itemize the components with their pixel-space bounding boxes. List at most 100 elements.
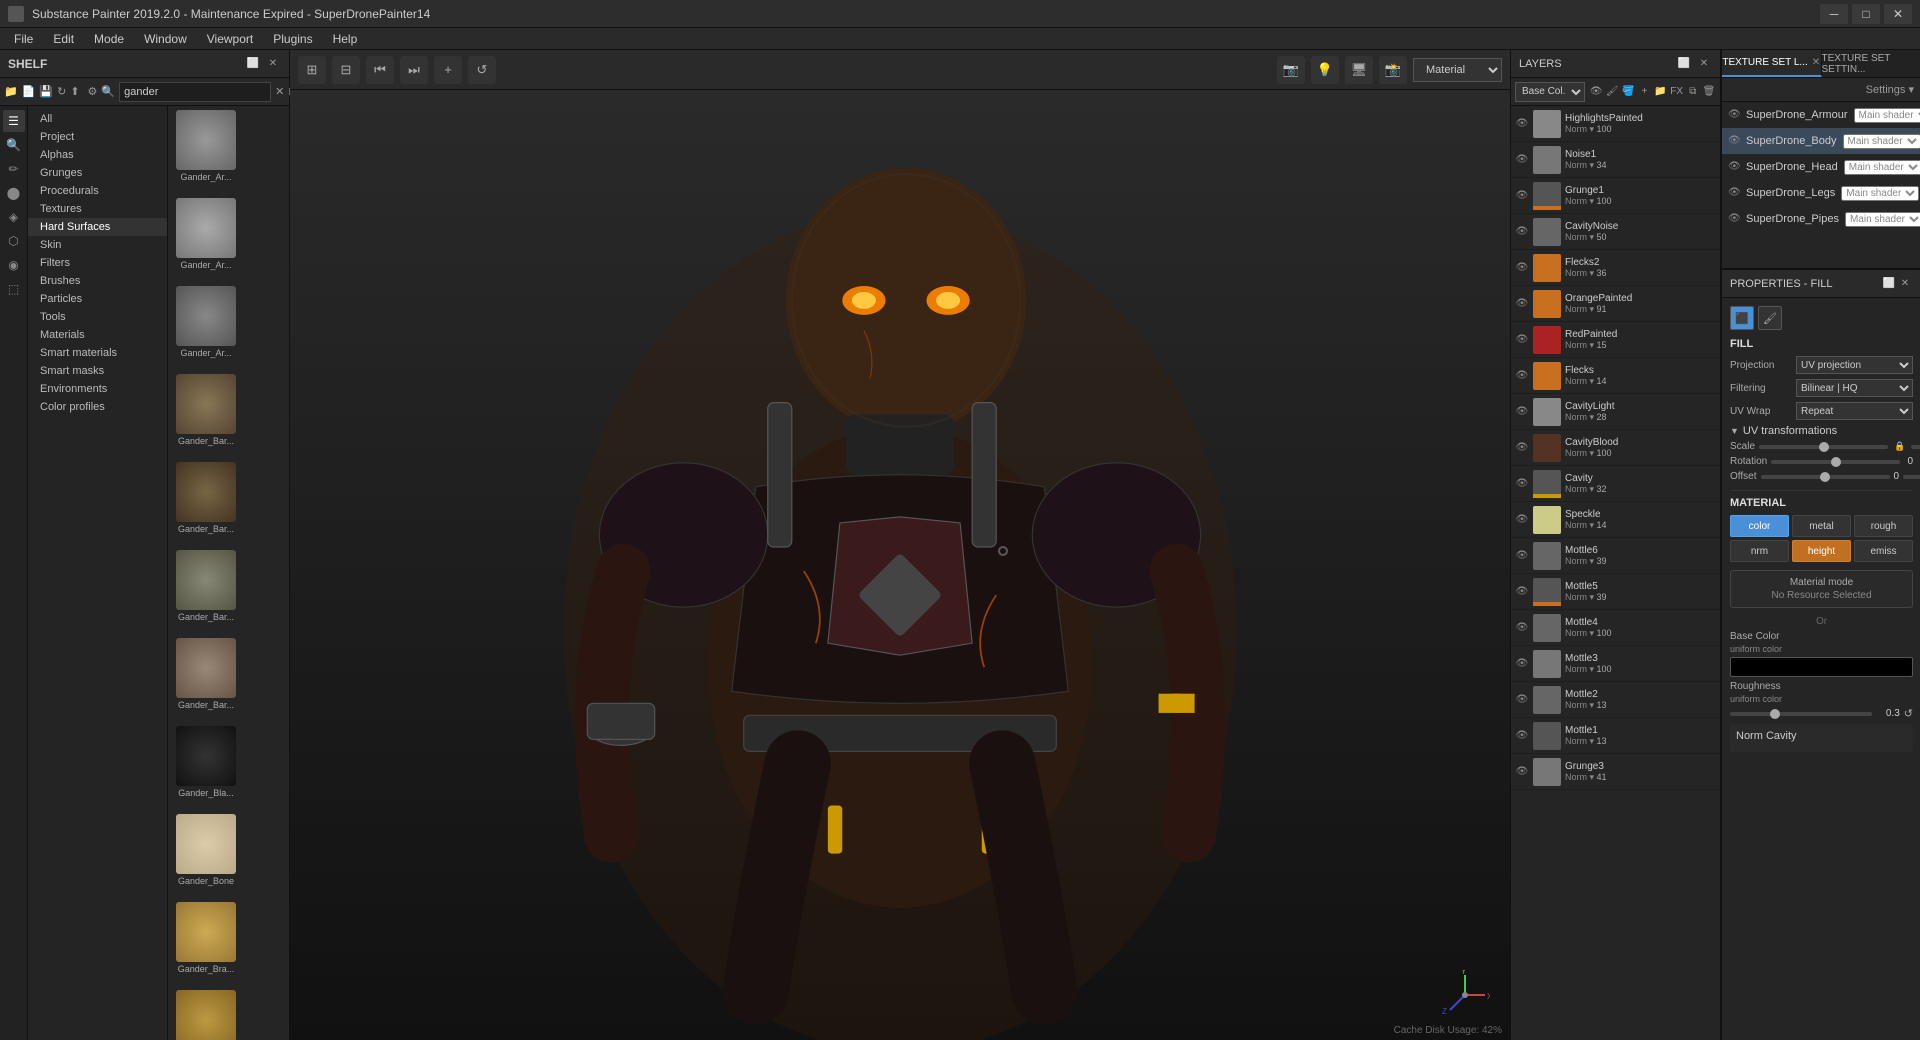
- viewport-camera-icon[interactable]: 📷: [1277, 56, 1305, 84]
- list-item[interactable]: Gander_Bar...: [172, 374, 240, 460]
- table-row[interactable]: 👁 OrangePainted Norm ▾ 91: [1511, 286, 1720, 322]
- layer-vis-icon[interactable]: 👁: [1515, 153, 1529, 167]
- layer-vis-icon[interactable]: 👁: [1515, 369, 1529, 383]
- table-row[interactable]: 👁 HighlightsPainted Norm ▾ 100: [1511, 106, 1720, 142]
- close-button[interactable]: ✕: [1884, 4, 1912, 24]
- ts-item-legs[interactable]: 👁 SuperDrone_Legs Main shader: [1722, 180, 1920, 206]
- shelf-nav-particles[interactable]: Particles: [28, 290, 167, 308]
- shelf-refresh-icon[interactable]: ↻: [57, 82, 66, 102]
- viewport-display-icon[interactable]: 🖥: [1345, 56, 1373, 84]
- shelf-folder-icon[interactable]: 📁: [4, 82, 18, 102]
- menu-plugins[interactable]: Plugins: [263, 30, 322, 48]
- material-mode-select[interactable]: Material PBR Wireframe: [1413, 58, 1502, 82]
- shelf-nav-tools[interactable]: Tools: [28, 308, 167, 326]
- layer-vis-icon[interactable]: 👁: [1515, 549, 1529, 563]
- layer-vis-icon[interactable]: 👁: [1515, 765, 1529, 779]
- prop-fill-icon[interactable]: ⬛: [1730, 306, 1754, 330]
- layer-add-folder-icon[interactable]: 📁: [1654, 84, 1668, 100]
- prop-scale-slider[interactable]: [1759, 445, 1888, 449]
- table-row[interactable]: 👁 CavityNoise Norm ▾ 50: [1511, 214, 1720, 250]
- shelf-import-icon[interactable]: ⬆: [70, 82, 79, 102]
- layers-close-button[interactable]: ✕: [1696, 56, 1712, 72]
- list-item[interactable]: Gander_Bar...: [172, 462, 240, 548]
- ts-item-body[interactable]: 👁 SuperDrone_Body Main shader: [1722, 128, 1920, 154]
- prop-scale-slider-y[interactable]: [1911, 445, 1920, 449]
- list-item[interactable]: Gander_Ar...: [172, 198, 240, 284]
- list-item[interactable]: Gander_Bone: [172, 814, 240, 900]
- table-row[interactable]: 👁 Grunge3 Norm ▾ 41: [1511, 754, 1720, 790]
- prop-expand-button[interactable]: ⬜: [1881, 276, 1897, 292]
- prop-rotation-slider[interactable]: [1771, 460, 1900, 464]
- ts-settings-button[interactable]: Settings ▾: [1863, 83, 1917, 96]
- shelf-nav-color-profiles[interactable]: Color profiles: [28, 398, 167, 416]
- layer-vis-icon[interactable]: 👁: [1515, 729, 1529, 743]
- viewport-tool-reset[interactable]: ↺: [468, 56, 496, 84]
- list-item[interactable]: Gander_Ar...: [172, 110, 240, 196]
- shelf-nav-procedurals[interactable]: Procedurals: [28, 182, 167, 200]
- prop-uvwrap-select[interactable]: Repeat Clamp: [1796, 402, 1913, 420]
- layer-vis-icon[interactable]: 👁: [1515, 585, 1529, 599]
- prop-filtering-select[interactable]: Bilinear | HQ Nearest: [1796, 379, 1913, 397]
- layer-vis-icon[interactable]: 👁: [1515, 405, 1529, 419]
- shelf-nav-smart-materials[interactable]: Smart materials: [28, 344, 167, 362]
- minimize-button[interactable]: ─: [1820, 4, 1848, 24]
- table-row[interactable]: 👁 CavityLight Norm ▾ 28: [1511, 394, 1720, 430]
- table-row[interactable]: 👁 Grunge1 Norm ▾ 100: [1511, 178, 1720, 214]
- table-row[interactable]: 👁 Cavity Norm ▾ 32: [1511, 466, 1720, 502]
- ts-vis-icon[interactable]: 👁: [1728, 109, 1740, 121]
- table-row[interactable]: 👁 RedPainted Norm ▾ 15: [1511, 322, 1720, 358]
- prop-offset-slider-y[interactable]: [1903, 475, 1920, 479]
- left-icon-tool4[interactable]: ⬡: [3, 230, 25, 252]
- table-row[interactable]: 👁 Noise1 Norm ▾ 34: [1511, 142, 1720, 178]
- layer-mode-select[interactable]: Base Col... Norm Rough: [1515, 82, 1585, 102]
- ts-shader-select[interactable]: Main shader: [1845, 212, 1920, 227]
- viewport-canvas[interactable]: Cache Disk Usage: 42% X Y Z: [290, 90, 1510, 1040]
- layer-vis-icon[interactable]: 👁: [1515, 261, 1529, 275]
- layer-fx-icon[interactable]: FX: [1670, 84, 1684, 100]
- ts-shader-select[interactable]: Main shader: [1841, 186, 1919, 201]
- prop-projection-select[interactable]: UV projection Planar: [1796, 356, 1913, 374]
- ts-shader-select[interactable]: Main shader: [1844, 160, 1920, 175]
- layer-vis-icon[interactable]: 👁: [1515, 333, 1529, 347]
- table-row[interactable]: 👁 Mottle6 Norm ▾ 39: [1511, 538, 1720, 574]
- shelf-search-input[interactable]: [119, 82, 271, 102]
- table-row[interactable]: 👁 Speckle Norm ▾ 14: [1511, 502, 1720, 538]
- shelf-nav-alphas[interactable]: Alphas: [28, 146, 167, 164]
- shelf-nav-all[interactable]: All: [28, 110, 167, 128]
- layer-vis-icon[interactable]: 👁: [1515, 189, 1529, 203]
- table-row[interactable]: 👁 CavityBlood Norm ▾ 100: [1511, 430, 1720, 466]
- list-item[interactable]: Gander_Bra...: [172, 990, 240, 1040]
- shelf-filter-icon[interactable]: ⚙: [88, 82, 98, 102]
- viewport-light-icon[interactable]: 💡: [1311, 56, 1339, 84]
- maximize-button[interactable]: □: [1852, 4, 1880, 24]
- shelf-nav-materials[interactable]: Materials: [28, 326, 167, 344]
- mat-btn-nrm[interactable]: nrm: [1730, 540, 1789, 562]
- table-row[interactable]: 👁 Mottle1 Norm ▾ 13: [1511, 718, 1720, 754]
- left-icon-tool1[interactable]: ✏: [3, 158, 25, 180]
- list-item[interactable]: Gander_Bla...: [172, 726, 240, 812]
- left-icon-tool5[interactable]: ◉: [3, 254, 25, 276]
- ts-item-armour[interactable]: 👁 SuperDrone_Armour Main shader: [1722, 102, 1920, 128]
- prop-close-button[interactable]: ✕: [1897, 276, 1913, 292]
- table-row[interactable]: 👁 Mottle4 Norm ▾ 100: [1511, 610, 1720, 646]
- mat-btn-emiss[interactable]: emiss: [1854, 540, 1913, 562]
- table-row[interactable]: 👁 Mottle2 Norm ▾ 13: [1511, 682, 1720, 718]
- ts-vis-icon[interactable]: 👁: [1728, 187, 1740, 199]
- menu-edit[interactable]: Edit: [43, 30, 84, 48]
- viewport-tool-next[interactable]: ⏭: [400, 56, 428, 84]
- menu-viewport[interactable]: Viewport: [197, 30, 263, 48]
- layer-vis-icon[interactable]: 👁: [1515, 693, 1529, 707]
- layer-vis-icon[interactable]: 👁: [1515, 297, 1529, 311]
- mat-btn-metal[interactable]: metal: [1792, 515, 1851, 537]
- layer-add-icon[interactable]: +: [1637, 84, 1651, 100]
- layers-expand-button[interactable]: ⬜: [1676, 56, 1692, 72]
- layer-vis-icon[interactable]: 👁: [1515, 117, 1529, 131]
- table-row[interactable]: 👁 Mottle3 Norm ▾ 100: [1511, 646, 1720, 682]
- list-item[interactable]: Gander_Bar...: [172, 550, 240, 636]
- layer-delete-icon[interactable]: 🗑: [1702, 84, 1716, 100]
- shelf-close-button[interactable]: ✕: [265, 56, 281, 72]
- mat-btn-rough[interactable]: rough: [1854, 515, 1913, 537]
- layer-instance-icon[interactable]: ⧉: [1686, 84, 1700, 100]
- viewport-tool-grid[interactable]: ⊞: [298, 56, 326, 84]
- tab-texture-set-settings[interactable]: TEXTURE SET SETTIN...: [1822, 50, 1920, 77]
